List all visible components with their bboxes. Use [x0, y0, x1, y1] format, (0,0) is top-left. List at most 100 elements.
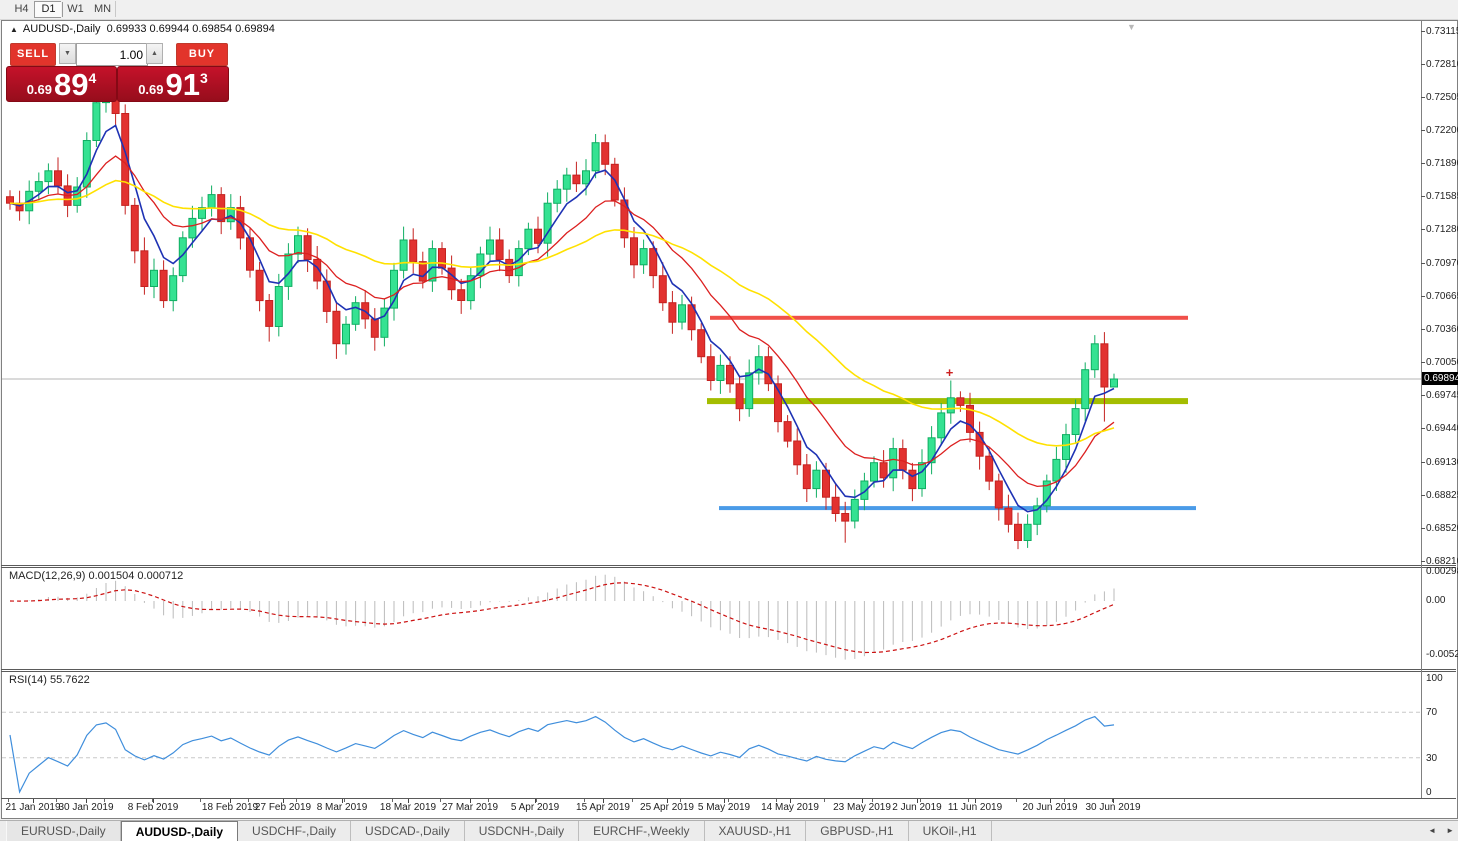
date-axis-label: 14 May 2019 [761, 802, 819, 813]
price-axis-label: 0.69440 [1426, 423, 1458, 434]
volume-increase-button[interactable]: ▲ [146, 43, 163, 64]
panel-splitter[interactable] [1, 671, 1456, 672]
date-axis-tick [153, 799, 154, 803]
price-axis-label: 0.73115 [1426, 26, 1458, 37]
date-axis-tick [667, 799, 668, 803]
buy-price-prefix: 0.69 [138, 82, 163, 97]
price-axis[interactable] [1421, 21, 1422, 798]
chart-tab-usdcnh-daily[interactable]: USDCNH-,Daily [465, 821, 579, 841]
date-axis-tick [342, 799, 343, 803]
price-axis-tick [1421, 130, 1425, 131]
price-axis-tick [1421, 263, 1425, 264]
rsi-axis-label: 100 [1426, 673, 1443, 684]
chart-ohlc-values: 0.69933 0.69944 0.69854 0.69894 [107, 23, 275, 35]
price-axis-label: 0.71280 [1426, 224, 1458, 235]
mt4-terminal: H4D1W1MN + ▲ AUDUSD-,Daily 0.69933 0.6994… [0, 0, 1458, 841]
date-axis-label: 8 Mar 2019 [317, 802, 368, 813]
date-axis-tick [470, 799, 471, 803]
macd-chart[interactable] [2, 568, 1421, 668]
date-axis-tick [535, 799, 536, 803]
price-axis-tick [1421, 528, 1425, 529]
price-axis-tick [1421, 229, 1425, 230]
price-axis-label: 0.71890 [1426, 158, 1458, 169]
chart-symbol-label: AUDUSD-,Daily [23, 23, 101, 35]
chevron-down-icon: ▼ [64, 50, 71, 57]
date-axis-label: 8 Feb 2019 [128, 802, 179, 813]
buy-button[interactable]: BUY [176, 43, 228, 66]
buy-price-point: 3 [200, 70, 208, 86]
timeframe-toolbar: H4D1W1MN [0, 0, 1458, 20]
timeframe-button-mn[interactable]: MN [88, 1, 117, 18]
date-axis-tick [790, 799, 791, 803]
date-axis-label: 18 Mar 2019 [380, 802, 436, 813]
rsi-axis-label: 0 [1426, 787, 1432, 798]
ma-13-line [10, 156, 1114, 486]
date-axis-tick [975, 799, 976, 803]
date-axis-label: 27 Feb 2019 [255, 802, 311, 813]
chart-tab-gbpusd-h1[interactable]: GBPUSD-,H1 [806, 821, 908, 841]
date-axis-label: 25 Apr 2019 [640, 802, 694, 813]
date-axis-minor-tick [200, 799, 201, 802]
panel-splitter[interactable] [1, 669, 1456, 670]
volume-input[interactable] [76, 43, 148, 66]
chart-tab-eurchf-weekly[interactable]: EURCHF-,Weekly [579, 821, 704, 841]
chart-tab-eurusd-daily[interactable]: EURUSD-,Daily [6, 821, 121, 841]
price-axis-label: 0.72200 [1426, 125, 1458, 136]
date-axis-label: 5 Apr 2019 [511, 802, 559, 813]
rsi-axis-label: 70 [1426, 707, 1437, 718]
one-click-panel-collapse-icon[interactable]: ▼ [1127, 22, 1136, 32]
symbol-triangle-icon: ▲ [10, 25, 18, 34]
volume-decrease-button[interactable]: ▼ [59, 43, 76, 64]
chart-tab-ukoil-h1[interactable]: UKOil-,H1 [909, 821, 992, 841]
date-axis-label: 27 Mar 2019 [442, 802, 498, 813]
chart-tab-usdchf-daily[interactable]: USDCHF-,Daily [238, 821, 351, 841]
candles-group [7, 74, 1118, 550]
one-click-trade-panel: SELL ▼ ▲ BUY 0.69 89 4 0.69 91 3 [6, 43, 227, 102]
date-axis-minor-tick [440, 799, 441, 802]
rsi-chart[interactable] [2, 672, 1421, 798]
chart-tab-xauusd-h1[interactable]: XAUUSD-,H1 [705, 821, 807, 841]
price-axis-tick [1421, 395, 1425, 396]
date-axis-tick [1050, 799, 1051, 803]
date-axis-label: 21 Jan 2019 [5, 802, 60, 813]
date-axis-tick [283, 799, 284, 803]
date-axis-minor-tick [824, 799, 825, 802]
macd-signal-line [10, 583, 1114, 653]
date-axis-tick [862, 799, 863, 803]
date-axis-tick [1113, 799, 1114, 803]
price-axis-tick [1421, 495, 1425, 496]
macd-histogram [10, 575, 1114, 660]
timeframe-button-w1[interactable]: W1 [61, 1, 90, 18]
date-axis-label: 11 Jun 2019 [948, 802, 1002, 813]
trade-marker: + [946, 365, 954, 380]
tab-scroll-arrows: ◄ ► [1428, 820, 1454, 841]
chart-tab-audusd-daily[interactable]: AUDUSD-,Daily [121, 821, 238, 841]
timeframe-button-d1[interactable]: D1 [34, 1, 63, 18]
sell-price-prefix: 0.69 [27, 82, 52, 97]
tab-scroll-left-icon[interactable]: ◄ [1428, 826, 1436, 835]
buy-price-button[interactable]: 0.69 91 3 [117, 66, 229, 102]
price-axis-label: 0.72810 [1426, 59, 1458, 70]
tab-scroll-right-icon[interactable]: ► [1446, 826, 1454, 835]
date-axis-tick [86, 799, 87, 803]
price-axis-tick [1421, 64, 1425, 65]
sell-price-pips: 89 [54, 69, 88, 100]
sell-price-point: 4 [89, 70, 97, 86]
panel-splitter[interactable] [1, 567, 1456, 568]
panel-splitter[interactable] [1, 565, 1456, 566]
macd-axis-max: 0.002984 [1426, 566, 1458, 577]
candlestick-chart[interactable]: + [2, 21, 1421, 566]
date-axis-label: 18 Feb 2019 [202, 802, 258, 813]
chart-tab-usdcad-daily[interactable]: USDCAD-,Daily [351, 821, 465, 841]
sell-button[interactable]: SELL [10, 43, 56, 66]
price-axis-label: 0.70360 [1426, 324, 1458, 335]
date-axis-tick [408, 799, 409, 803]
date-axis-tick [230, 799, 231, 803]
timeframe-button-h4[interactable]: H4 [7, 1, 36, 18]
price-axis-label: 0.69130 [1426, 457, 1458, 468]
price-axis-tick [1421, 329, 1425, 330]
date-axis-tick [724, 799, 725, 803]
rsi-line [10, 717, 1114, 792]
sell-price-button[interactable]: 0.69 89 4 [6, 66, 117, 102]
price-axis-tick [1421, 196, 1425, 197]
